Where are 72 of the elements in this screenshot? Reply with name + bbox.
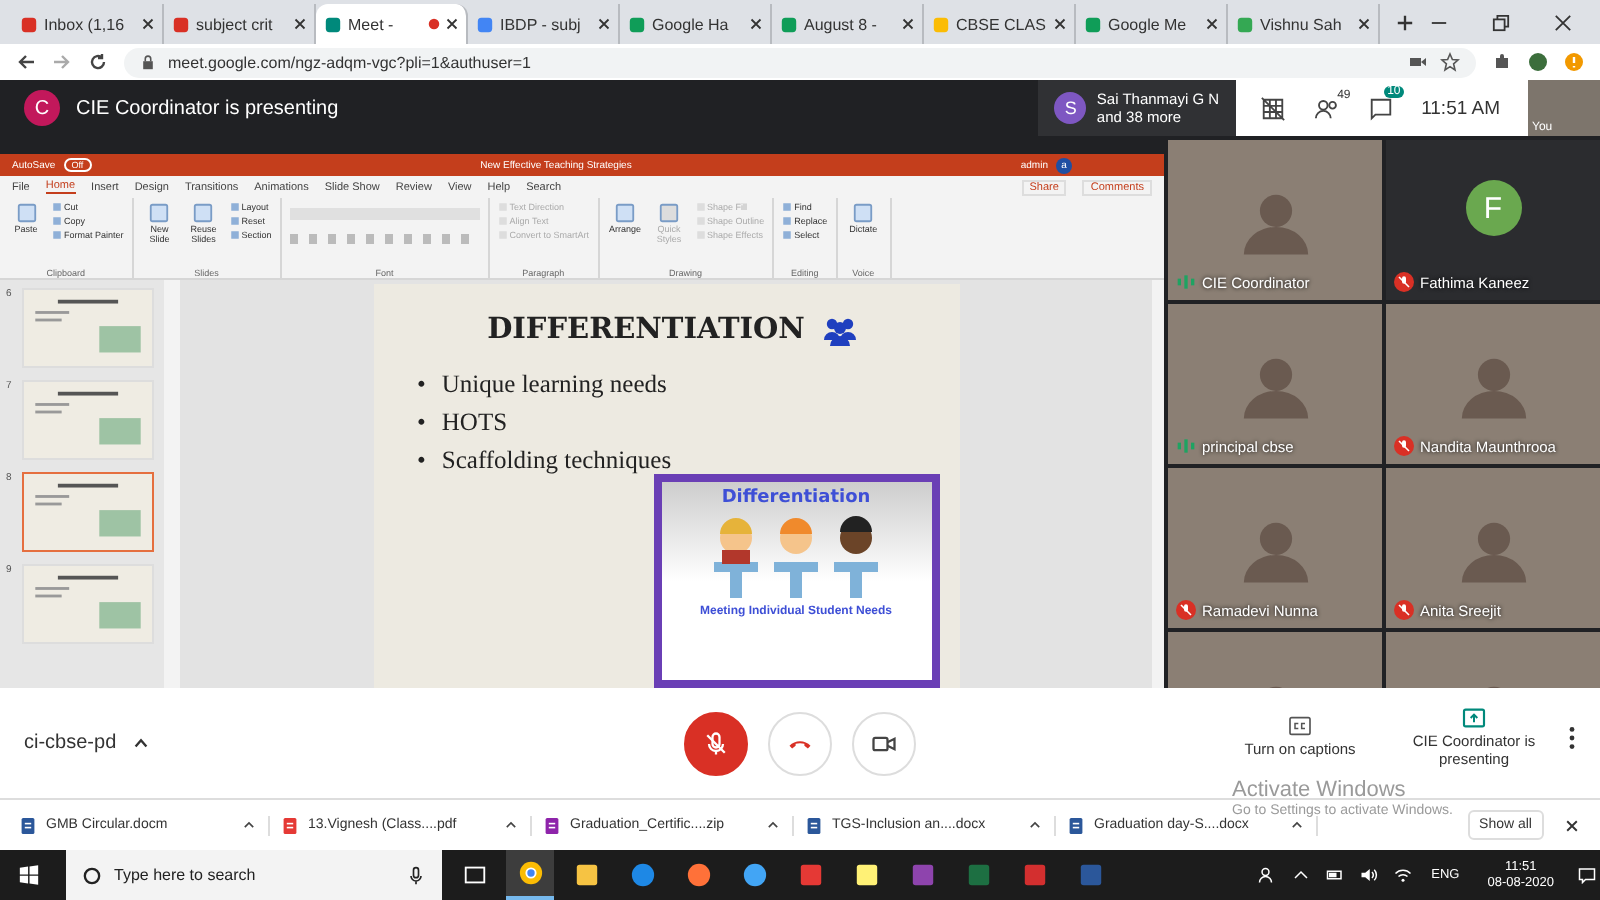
people-icon[interactable] xyxy=(1313,95,1340,121)
slide-title: DIFFERENTIATION xyxy=(487,312,805,346)
new-tab-icon[interactable] xyxy=(1396,14,1414,32)
bullet-marker: • xyxy=(417,444,426,478)
close-icon[interactable] xyxy=(1564,817,1580,833)
slide-thumbnail[interactable] xyxy=(22,472,154,552)
scrollbar[interactable] xyxy=(164,280,180,688)
grid-layout-icon[interactable] xyxy=(1259,95,1286,121)
windows-start-icon[interactable] xyxy=(18,864,40,886)
camera-button[interactable] xyxy=(852,711,916,775)
bullet-marker: • xyxy=(417,406,426,440)
bullet-marker: • xyxy=(417,368,426,402)
close-icon[interactable] xyxy=(598,18,610,30)
taskbar-search-field[interactable]: Type here to search xyxy=(66,850,442,900)
clock-time: 11:51 AM xyxy=(1421,97,1500,119)
address-field[interactable]: meet.google.com/ngz-adqm-vgc?pli=1&authuser=1 xyxy=(124,47,1476,77)
participant-avatar: S xyxy=(1054,92,1087,124)
caret-icon[interactable] xyxy=(242,818,256,832)
close-icon[interactable] xyxy=(1554,14,1572,32)
tool-icon xyxy=(148,202,171,224)
slide-bullet: Scaffolding techniques xyxy=(441,444,672,478)
caret-icon[interactable] xyxy=(1028,818,1042,832)
notifications-icon[interactable] xyxy=(1578,866,1596,884)
scrollbar[interactable] xyxy=(1152,280,1164,688)
back-icon[interactable] xyxy=(16,52,36,72)
people-icon xyxy=(820,313,861,345)
activation-notice: Activate Windows xyxy=(1232,778,1408,802)
caret-icon[interactable] xyxy=(132,734,151,752)
close-icon[interactable] xyxy=(1206,18,1218,30)
slide-bullet: Unique learning needs xyxy=(441,368,667,402)
reload-icon[interactable] xyxy=(88,52,108,72)
close-icon[interactable] xyxy=(1054,18,1066,30)
microphone-icon[interactable] xyxy=(406,865,426,885)
people-icon[interactable] xyxy=(1257,866,1276,884)
slide-bullet: HOTS xyxy=(441,406,508,440)
restore-icon[interactable] xyxy=(1492,14,1510,32)
microphone-icon xyxy=(702,729,730,757)
present-screen-icon xyxy=(1462,707,1486,727)
search-icon xyxy=(82,865,102,885)
volume-icon[interactable] xyxy=(1359,866,1378,884)
tool-icon xyxy=(614,202,637,224)
caret-icon[interactable] xyxy=(1290,818,1304,832)
close-icon[interactable] xyxy=(902,18,914,30)
captions-icon xyxy=(1288,716,1312,736)
tool-icon xyxy=(192,202,215,224)
tool-icon xyxy=(852,202,875,224)
more-options-icon[interactable] xyxy=(1568,725,1576,749)
presenting-title: CIE Coordinator is presenting xyxy=(76,97,341,119)
wifi-icon[interactable] xyxy=(1393,866,1412,884)
meeting-code: ci-cbse-pd xyxy=(24,732,117,754)
close-icon[interactable] xyxy=(142,18,154,30)
battery-icon xyxy=(1325,866,1344,884)
microphone-button[interactable] xyxy=(684,711,748,775)
chat-icon[interactable] xyxy=(1367,95,1394,121)
close-icon[interactable] xyxy=(294,18,306,30)
picture-title: Differentiation xyxy=(721,488,871,508)
profile-icon[interactable] xyxy=(1528,52,1548,72)
caret-icon[interactable] xyxy=(1291,866,1310,884)
caret-icon[interactable] xyxy=(766,818,780,832)
close-icon[interactable] xyxy=(446,18,458,30)
camera-icon[interactable] xyxy=(1408,52,1428,72)
participant-avatar: F xyxy=(1465,180,1521,236)
browser-tab[interactable]: Meet - xyxy=(316,4,468,44)
lock-icon xyxy=(140,54,156,70)
close-icon[interactable] xyxy=(750,18,762,30)
presenter-avatar: C xyxy=(24,90,60,126)
star-icon[interactable] xyxy=(1440,52,1460,72)
caret-icon[interactable] xyxy=(504,818,518,832)
tool-icon xyxy=(15,202,37,224)
puzzle-icon[interactable] xyxy=(1492,52,1512,72)
taskbar-button[interactable] xyxy=(506,850,554,900)
close-icon[interactable] xyxy=(1358,18,1370,30)
